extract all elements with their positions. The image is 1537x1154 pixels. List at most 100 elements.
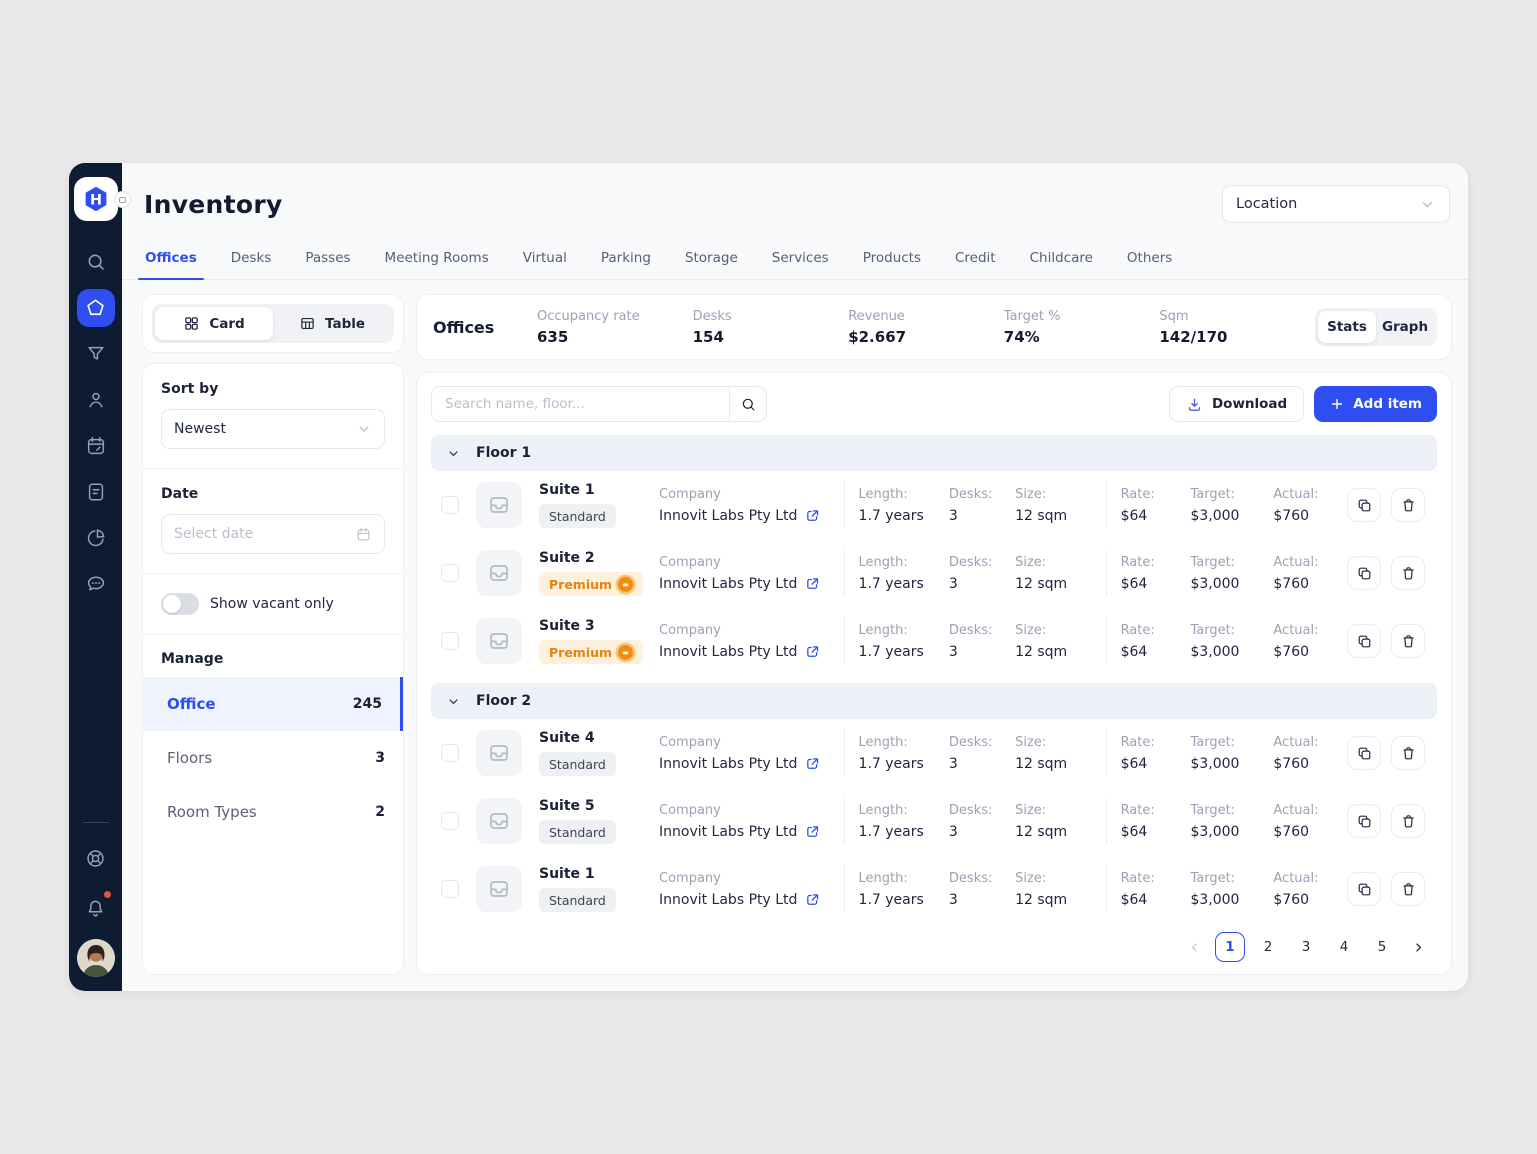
column-divider: [844, 798, 845, 844]
group-header-floor-1[interactable]: Floor 1: [431, 435, 1437, 471]
row-checkbox[interactable]: [441, 744, 459, 762]
add-item-button[interactable]: Add item: [1314, 386, 1437, 422]
duplicate-button[interactable]: [1347, 624, 1381, 658]
suite-thumbnail: [476, 730, 522, 776]
tab-desks[interactable]: Desks: [214, 239, 289, 279]
row-checkbox[interactable]: [441, 632, 459, 650]
date-input[interactable]: Select date: [161, 514, 385, 554]
vacant-toggle[interactable]: [161, 593, 199, 615]
download-button[interactable]: Download: [1169, 386, 1304, 422]
stats-toggle-option[interactable]: Stats: [1318, 311, 1376, 343]
avatar-image: [77, 939, 115, 977]
external-link-icon[interactable]: [805, 824, 820, 839]
view-toggle-card-option[interactable]: Card: [155, 307, 273, 340]
delete-button[interactable]: [1391, 556, 1425, 590]
sort-select[interactable]: Newest: [161, 409, 385, 449]
tab-parking[interactable]: Parking: [584, 239, 668, 279]
sidebar-item-spaces[interactable]: [77, 289, 115, 327]
search-button[interactable]: [729, 387, 766, 421]
tab-meeting-rooms[interactable]: Meeting Rooms: [368, 239, 506, 279]
external-link-icon[interactable]: [805, 576, 820, 591]
sidebar-item-bookings[interactable]: [77, 427, 115, 465]
add-item-label: Add item: [1353, 396, 1422, 412]
target-col: Target:$3,000: [1190, 871, 1259, 908]
suite-name: Suite 1: [539, 866, 659, 882]
duplicate-button[interactable]: [1347, 488, 1381, 522]
column-divider: [844, 618, 845, 664]
external-link-icon[interactable]: [805, 756, 820, 771]
pagination: 1 2 3 4 5: [431, 923, 1437, 966]
tab-products[interactable]: Products: [846, 239, 938, 279]
external-link-icon[interactable]: [805, 508, 820, 523]
app-logo[interactable]: [74, 177, 118, 221]
actual-col: Actual:$760: [1273, 487, 1333, 524]
sidebar-item-users[interactable]: [77, 381, 115, 419]
row-actions: [1347, 736, 1433, 770]
row-checkbox[interactable]: [441, 496, 459, 514]
tab-childcare[interactable]: Childcare: [1013, 239, 1110, 279]
delete-button[interactable]: [1391, 736, 1425, 770]
manage-item-office[interactable]: Office 245: [143, 677, 403, 731]
tab-others[interactable]: Others: [1110, 239, 1189, 279]
row-checkbox[interactable]: [441, 564, 459, 582]
column-divider: [844, 550, 845, 596]
sidebar-item-notifications[interactable]: [77, 889, 115, 927]
inbox-icon: [487, 741, 511, 765]
sidebar-item-filter[interactable]: [77, 335, 115, 373]
manage-item-floors[interactable]: Floors 3: [143, 731, 403, 785]
sidebar-item-reports[interactable]: [77, 519, 115, 557]
view-toggle: Card Table: [152, 304, 394, 343]
pagination-page-2[interactable]: 2: [1253, 932, 1283, 962]
row-checkbox[interactable]: [441, 880, 459, 898]
pagination-page-4[interactable]: 4: [1329, 932, 1359, 962]
tab-offices[interactable]: Offices: [128, 239, 214, 279]
company-col: Company Innovit Labs Pty Ltd: [659, 735, 842, 772]
pagination-prev-button[interactable]: [1181, 934, 1207, 960]
manage-item-label: Room Types: [167, 803, 257, 821]
toolbar-actions: Download Add item: [1169, 386, 1437, 422]
suite-thumbnail: [476, 550, 522, 596]
pagination-page-1[interactable]: 1: [1215, 932, 1245, 962]
tab-storage[interactable]: Storage: [668, 239, 755, 279]
duplicate-button[interactable]: [1347, 872, 1381, 906]
tier-badge: Premium: [539, 572, 643, 596]
user-avatar[interactable]: [77, 939, 115, 977]
search-input[interactable]: [432, 387, 729, 421]
suite-thumbnail: [476, 618, 522, 664]
sidebar-collapse-button[interactable]: [114, 191, 131, 208]
manage-item-room-types[interactable]: Room Types 2: [143, 785, 403, 839]
delete-button[interactable]: [1391, 624, 1425, 658]
desks-col: Desks:3: [949, 735, 1001, 772]
duplicate-button[interactable]: [1347, 736, 1381, 770]
sidebar-item-search[interactable]: [77, 243, 115, 281]
pagination-page-3[interactable]: 3: [1291, 932, 1321, 962]
tab-passes[interactable]: Passes: [288, 239, 367, 279]
sidebar-item-help[interactable]: [77, 839, 115, 877]
row-checkbox[interactable]: [441, 812, 459, 830]
rate-col: Rate:$64: [1121, 623, 1177, 660]
tab-credit[interactable]: Credit: [938, 239, 1013, 279]
duplicate-button[interactable]: [1347, 556, 1381, 590]
card-grid-icon: [183, 315, 200, 332]
delete-button[interactable]: [1391, 872, 1425, 906]
location-select[interactable]: Location: [1222, 185, 1450, 223]
pagination-next-button[interactable]: [1405, 934, 1431, 960]
stat-desks: Desks 154: [693, 309, 849, 346]
external-link-icon[interactable]: [805, 892, 820, 907]
desks-col: Desks:3: [949, 487, 1001, 524]
delete-button[interactable]: [1391, 488, 1425, 522]
sidebar-item-documents[interactable]: [77, 473, 115, 511]
external-link-icon[interactable]: [805, 644, 820, 659]
pagination-page-5[interactable]: 5: [1367, 932, 1397, 962]
graph-toggle-option[interactable]: Graph: [1376, 311, 1434, 343]
delete-button[interactable]: [1391, 804, 1425, 838]
help-icon: [84, 847, 107, 870]
sidebar-item-messages[interactable]: [77, 565, 115, 603]
group-header-floor-2[interactable]: Floor 2: [431, 683, 1437, 719]
tab-services[interactable]: Services: [755, 239, 846, 279]
table-row: Suite 3 Premium Company Innovit Labs Pty…: [431, 607, 1437, 675]
duplicate-button[interactable]: [1347, 804, 1381, 838]
view-toggle-table-option[interactable]: Table: [273, 307, 391, 340]
tab-virtual[interactable]: Virtual: [506, 239, 584, 279]
inbox-icon: [487, 877, 511, 901]
